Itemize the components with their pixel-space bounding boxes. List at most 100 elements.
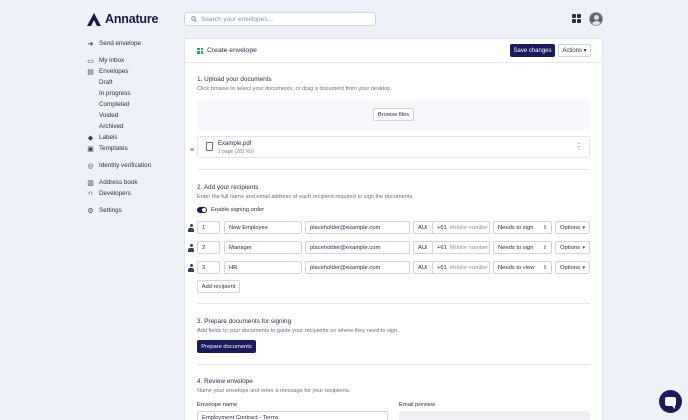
phone-prefix: +61 [437,224,447,231]
user-avatar[interactable] [589,12,603,26]
review-section: 4. Review envelope Name your envelope an… [197,378,590,394]
sidebar-item-in-progress[interactable]: In progress [87,88,182,99]
sidebar-item-voided[interactable]: Voided [87,110,182,121]
mobile-placeholder: Mobile number [449,264,489,271]
sidebar-item-draft[interactable]: Draft [87,77,182,88]
recipients-desc: Enter the full name and email address of… [197,194,414,200]
action-select[interactable]: Needs to sign ⇕ [493,241,552,254]
country-select[interactable]: AU ⇕ [413,241,433,254]
upload-title: 1. Upload your documents [197,76,272,83]
chat-launcher-button[interactable] [659,390,682,413]
divider [197,303,590,304]
save-changes-button[interactable]: Save changes [510,44,555,57]
inbox-icon: ▭ [87,57,94,65]
updown-icon: ⇕ [423,224,428,231]
signing-order-row: Enable signing order [197,207,264,213]
fingerprint-icon: ◎ [87,162,94,170]
sidebar-item-label: Archived [99,123,124,130]
action-select[interactable]: Needs to view ⇕ [493,261,552,274]
divider [197,169,590,170]
sidebar-item-settings[interactable]: ⚙ Settings [87,205,182,216]
person-icon [188,244,194,252]
options-button[interactable]: Options ▾ [555,241,590,254]
apps-grid-icon[interactable] [572,14,581,23]
sidebar-item-address-book[interactable]: ▥ Address book [87,177,182,188]
name-field[interactable]: Manager [224,241,302,254]
label-icon: ◆ [87,134,94,142]
email-preview-box [399,411,590,420]
sidebar-item-label: Identity verification [99,162,152,169]
chevron-down-icon: ▾ [582,224,585,231]
sidebar-item-label: Voided [99,112,119,119]
search-box[interactable] [184,12,376,26]
envelopes-icon: ▤ [87,68,94,76]
sidebar-item-archived[interactable]: Archived [87,121,182,132]
page-title: Create envelope [207,47,257,54]
envelope-name-label: Envelope name [197,402,238,408]
sidebar-item-labels[interactable]: ◆ Labels [87,132,182,143]
sidebar-item-send-envelope[interactable]: ➜ Send envelope [87,38,182,49]
chevron-down-icon: ▾ [582,264,585,271]
file-name: Example.pdf [218,141,252,147]
sidebar-item-identity-verification[interactable]: ◎ Identity verification [87,160,182,171]
updown-icon: ⇕ [423,244,428,251]
sidebar-item-my-inbox[interactable]: ▭ My inbox [87,55,182,66]
country-select[interactable]: AU ⇕ [413,261,433,274]
review-desc: Name your envelope and enter a message f… [197,388,351,394]
panel-header: Create envelope Save changes Actions ▾ [185,39,602,63]
sidebar-item-label: Settings [99,207,122,214]
updown-icon: ⇕ [542,224,547,231]
order-field[interactable]: 3 [197,261,220,274]
create-envelope-panel: Create envelope Save changes Actions ▾ 1… [184,38,603,420]
email-field[interactable]: placeholder@example.com [305,241,410,254]
drag-handle-icon[interactable]: ≡ [190,147,194,154]
envelope-name-input[interactable]: Employment Contract - Terms [197,411,388,420]
browse-files-button[interactable]: Browse files [373,108,414,121]
phone-prefix: +61 [437,264,447,271]
order-field[interactable]: 2 [197,241,220,254]
settings-icon: ⚙ [87,207,94,215]
email-field[interactable]: placeholder@example.com [305,221,410,234]
prepare-desc: Add fields to your documents to guide yo… [197,328,399,334]
name-field[interactable]: New Employee [224,221,302,234]
action-value: Needs to sign [498,224,534,231]
action-value: Needs to sign [498,244,534,251]
name-field[interactable]: HR [224,261,302,274]
annature-logo[interactable]: Annature [87,12,158,26]
sidebar-item-envelopes[interactable]: ▤ Envelopes [87,66,182,77]
actions-label: Actions [562,48,582,54]
options-button[interactable]: Options ▾ [555,261,590,274]
upload-section: 1. Upload your documents Click browse to… [197,76,590,92]
actions-button[interactable]: Actions ▾ [558,44,591,57]
recipients-section: 2. Add your recipients Enter the full na… [197,184,590,200]
country-select[interactable]: AU ⇕ [413,221,433,234]
prepare-documents-button[interactable]: Prepare documents [197,340,256,353]
signing-order-toggle[interactable] [197,207,207,213]
chevron-down-icon: ▾ [583,48,587,54]
search-icon [191,16,197,22]
search-input[interactable] [201,15,371,23]
templates-icon: ▣ [87,145,94,153]
mobile-field[interactable]: +61 Mobile number [432,261,490,274]
sidebar-item-templates[interactable]: ▣ Templates [87,143,182,154]
mobile-field[interactable]: +61 Mobile number [432,241,490,254]
email-field[interactable]: placeholder@example.com [305,261,410,274]
options-button[interactable]: Options ▾ [555,221,590,234]
mobile-field[interactable]: +61 Mobile number [432,221,490,234]
upload-desc: Click browse to select your documents, o… [197,86,392,92]
updown-icon: ⇕ [423,264,428,271]
more-options-icon[interactable]: ⋮ [575,142,583,151]
email-preview-label: Email preview [399,402,436,408]
phone-prefix: +61 [437,244,447,251]
add-recipient-button[interactable]: Add recipient [197,280,240,293]
signing-order-label: Enable signing order [211,207,265,213]
sidebar-item-developers[interactable]: ‹› Developers [87,188,182,199]
action-select[interactable]: Needs to sign ⇕ [493,221,552,234]
mobile-placeholder: Mobile number [449,224,489,231]
divider [197,364,590,365]
order-field[interactable]: 1 [197,221,220,234]
sidebar-item-label: In progress [99,90,131,97]
chevron-down-icon: ▾ [582,244,585,251]
sidebar-item-completed[interactable]: Completed [87,99,182,110]
logo-text: Annature [105,12,159,26]
